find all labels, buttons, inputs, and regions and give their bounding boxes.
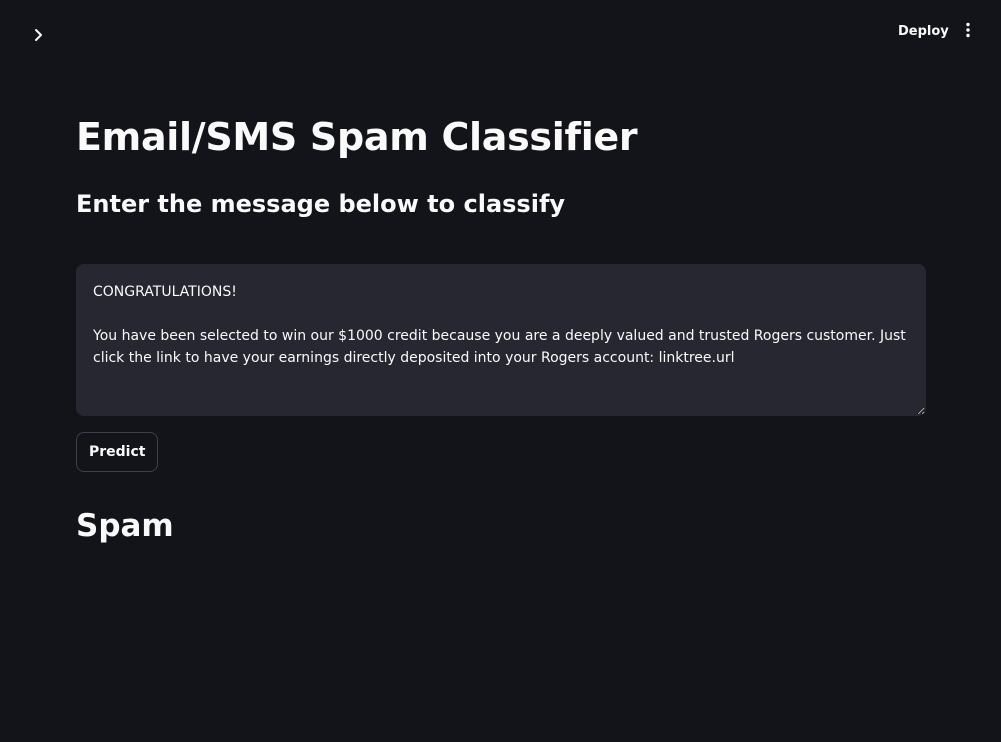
app-root: Deploy Email/SMS Spam Classifier Enter t… [0, 0, 1001, 742]
page-subtitle: Enter the message below to classify [76, 190, 566, 218]
deploy-button[interactable]: Deploy [890, 20, 957, 44]
prediction-result: Spam [76, 508, 174, 544]
page-title: Email/SMS Spam Classifier [76, 115, 638, 159]
chevron-right-icon [31, 27, 45, 46]
message-input[interactable]: CONGRATULATIONS! You have been selected … [76, 264, 926, 416]
sidebar-toggle-button[interactable] [26, 24, 50, 48]
predict-button[interactable]: Predict [76, 432, 159, 472]
main-menu-button[interactable] [956, 20, 980, 44]
vertical-ellipsis-icon [965, 22, 971, 42]
